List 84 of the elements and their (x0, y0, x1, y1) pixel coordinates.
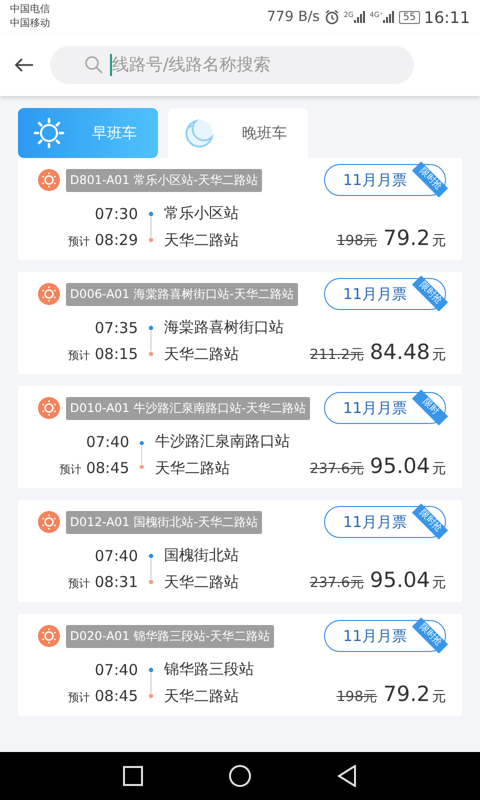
monthly-pass-button[interactable]: 11月月票 限时抢 (324, 506, 446, 538)
currency-unit: 元 (432, 232, 446, 250)
original-price: 198元 (336, 232, 378, 250)
sun-icon (32, 116, 66, 150)
promo-ribbon: 限时抢 (412, 161, 448, 198)
back-icon[interactable] (14, 57, 34, 73)
currency-unit: 元 (432, 460, 446, 478)
currency-unit: 元 (432, 346, 446, 364)
sale-price: 95.04 (370, 454, 430, 478)
monthly-pass-button[interactable]: 11月月票 限时抢 (324, 620, 446, 652)
arrival-time: 08:31 (94, 573, 138, 591)
sun-icon (38, 397, 60, 419)
route-card[interactable]: D012-A01 国槐街北站-天华二路站 11月月票 限时抢 07:40 预计 08:31 国槐街北站 天华二路站 237.6元 95.04 元 (18, 500, 462, 602)
search-field[interactable]: 线路号/线路名称搜索 (50, 46, 414, 84)
departure-time: 07:35 (94, 319, 138, 337)
route-line-drawing (148, 211, 154, 243)
route-line-drawing (148, 667, 154, 699)
tab[interactable]: 晚班车 (168, 108, 308, 158)
promo-ribbon: 限时抢 (412, 617, 448, 654)
sale-price: 79.2 (383, 226, 430, 250)
departure-station: 牛沙路汇泉南路口站 (154, 432, 290, 451)
clock: 16:11 (424, 8, 470, 26)
departure-station: 国槐街北站 (164, 546, 239, 565)
route-label: D010-A01 牛沙路汇泉南路口站-天华二路站 (66, 396, 310, 420)
departure-time: 07:30 (94, 205, 138, 223)
sale-price: 95.04 (370, 568, 430, 592)
route-line-drawing (148, 553, 154, 585)
route-card[interactable]: D801-A01 常乐小区站-天华二路站 11月月票 限时抢 07:30 预计 08:29 常乐小区站 天华二路站 198元 79.2 元 (18, 158, 462, 260)
signal-icon (383, 11, 396, 23)
currency-unit: 元 (432, 574, 446, 592)
departure-time: 07:40 (94, 661, 138, 679)
original-price: 237.6元 (310, 574, 364, 592)
sun-icon (38, 169, 60, 191)
monthly-pass-button[interactable]: 11月月票 限时抢 (324, 278, 446, 310)
promo-ribbon: 限时 (412, 389, 448, 426)
route-line-drawing (139, 439, 145, 471)
sun-icon (38, 283, 60, 305)
monthly-pass-button[interactable]: 11月月票 限时抢 (324, 164, 446, 196)
carrier-name: 中国移动 (10, 17, 50, 31)
eta-label: 预计 (68, 691, 90, 704)
route-card[interactable]: D010-A01 牛沙路汇泉南路口站-天华二路站 11月月票 限时 07:40 预计 08:45 牛沙路汇泉南路口站 天华二路站 237.6元 95.04 元 (18, 386, 462, 488)
monthly-pass-button[interactable]: 11月月票 限时 (324, 392, 446, 424)
eta-label: 预计 (68, 349, 90, 362)
departure-time: 07:40 (94, 547, 138, 565)
promo-ribbon: 限时抢 (412, 503, 448, 540)
route-label: D020-A01 锦华路三段站-天华二路站 (66, 624, 274, 648)
route-label: D012-A01 国槐街北站-天华二路站 (66, 510, 262, 534)
arrival-station: 天华二路站 (164, 345, 240, 364)
sale-price: 79.2 (383, 682, 430, 706)
eta-label: 预计 (68, 235, 90, 248)
sale-price: 84.48 (370, 340, 430, 364)
route-card[interactable]: D006-A01 海棠路喜树街口站-天华二路站 11月月票 限时抢 07:35 预计 08:15 海棠路喜树街口站 天华二路站 211.2元 84.48 元 (18, 272, 462, 374)
signal-icon (354, 11, 366, 23)
arrival-station: 天华二路站 (164, 231, 239, 250)
home-icon[interactable] (229, 765, 251, 787)
sun-icon (38, 625, 60, 647)
battery-level: 55 (399, 10, 420, 24)
arrival-time: 08:45 (86, 459, 130, 477)
eta-label: 预计 (68, 577, 90, 590)
original-price: 198元 (336, 688, 378, 706)
route-label: D006-A01 海棠路喜树街口站-天华二路站 (66, 282, 298, 306)
arrival-time: 08:45 (94, 687, 138, 705)
route-line-drawing (148, 325, 154, 357)
network-speed: 779 B/s (266, 9, 320, 25)
currency-unit: 元 (432, 688, 446, 706)
alarm-icon (324, 9, 340, 25)
arrival-station: 天华二路站 (164, 687, 240, 706)
carrier-name: 中国电信 (10, 3, 50, 17)
route-label: D801-A01 常乐小区站-天华二路站 (66, 168, 262, 192)
recents-icon[interactable] (123, 766, 143, 786)
arrival-station: 天华二路站 (154, 459, 231, 478)
sun-icon (38, 511, 60, 533)
departure-time: 07:40 (86, 433, 130, 451)
arrival-time: 08:29 (94, 231, 138, 249)
departure-station: 常乐小区站 (164, 204, 239, 223)
arrival-station: 天华二路站 (164, 573, 239, 592)
arrival-time: 08:15 (94, 345, 138, 363)
route-card[interactable]: D020-A01 锦华路三段站-天华二路站 11月月票 限时抢 07:40 预计 08:45 锦华路三段站 天华二路站 198元 79.2 元 (18, 614, 462, 716)
original-price: 211.2元 (310, 346, 364, 364)
departure-station: 海棠路喜树街口站 (164, 318, 284, 337)
eta-label: 预计 (59, 463, 82, 476)
original-price: 237.6元 (310, 460, 364, 478)
departure-station: 锦华路三段站 (164, 660, 254, 679)
promo-ribbon: 限时抢 (412, 275, 448, 312)
